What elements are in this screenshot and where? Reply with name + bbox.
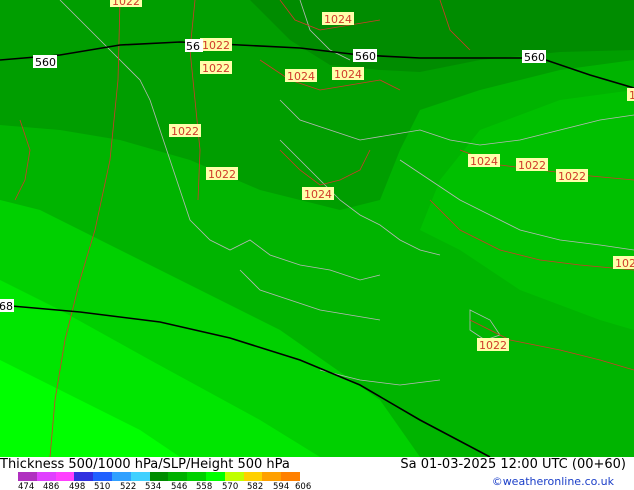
slp-label: 1024 [287,70,315,83]
h500-label: 560 [524,51,545,64]
slp-label: 1022 [558,170,586,183]
colorbar-swatch [224,472,244,481]
product-title: Thickness 500/1000 hPa/SLP/Height 500 hP… [0,457,290,472]
site-credit-link[interactable]: ©weatheronline.co.uk [492,475,614,488]
valid-datetime: Sa 01-03-2025 12:00 UTC (00+60) [400,457,626,472]
map-footer: Thickness 500/1000 hPa/SLP/Height 500 hP… [0,457,634,490]
colorbar-swatch [74,472,94,481]
colorbar-tick: 582 [247,482,264,490]
colorbar-tick: 510 [94,482,111,490]
slp-label: 1024 [304,188,332,201]
colorbar-swatch [93,472,112,481]
h500-label: 568 [0,300,13,313]
slp-label: 1022 [171,125,199,138]
colorbar-swatch [205,472,225,481]
colorbar-swatch [149,472,169,481]
thickness-map: 1022 1024 1022 1022 1024 1024 1022 1022 … [0,0,634,457]
colorbar-tick: 474 [18,482,35,490]
colorbar-swatch [262,472,282,481]
colorbar-swatch [36,472,56,481]
colorbar-swatch [55,472,75,481]
colorbar-swatch [243,472,263,481]
slp-label: 1024 [324,13,352,26]
colorbar-tick: 594 [273,482,290,490]
slp-label: 1022 [615,257,634,270]
thickness-colorbar [18,472,300,481]
colorbar-swatch [130,472,150,481]
weather-map-screen: 1022 1024 1022 1022 1024 1024 1022 1022 … [0,0,634,490]
colorbar-swatch [111,472,131,481]
colorbar-tick: 606 [295,482,312,490]
colorbar-swatch [168,472,188,481]
colorbar-tick: 498 [69,482,86,490]
colorbar-tick: 570 [222,482,239,490]
h500-label: 560 [35,56,56,69]
slp-label: 1022 [518,159,546,172]
colorbar-tick: 486 [43,482,60,490]
slp-label: 1022 [202,39,230,52]
h500-label: 560 [355,50,376,63]
slp-label: 1024 [470,155,498,168]
slp-label: 1022 [479,339,507,352]
colorbar-tick: 522 [120,482,137,490]
h500-label: 56 [186,40,200,53]
slp-label: 1022 [112,0,140,8]
colorbar-tick-labels: 474 486 498 510 522 534 546 558 570 582 … [8,482,328,490]
colorbar-swatch [18,472,37,481]
colorbar-tick: 546 [171,482,188,490]
colorbar-swatch [187,472,206,481]
colorbar-tick: 558 [196,482,213,490]
colorbar-swatch [281,472,300,481]
slp-label: 1022 [629,89,634,102]
slp-label: 1022 [208,168,236,181]
slp-label: 1024 [334,68,362,81]
slp-label: 1022 [202,62,230,75]
colorbar-tick: 534 [145,482,162,490]
